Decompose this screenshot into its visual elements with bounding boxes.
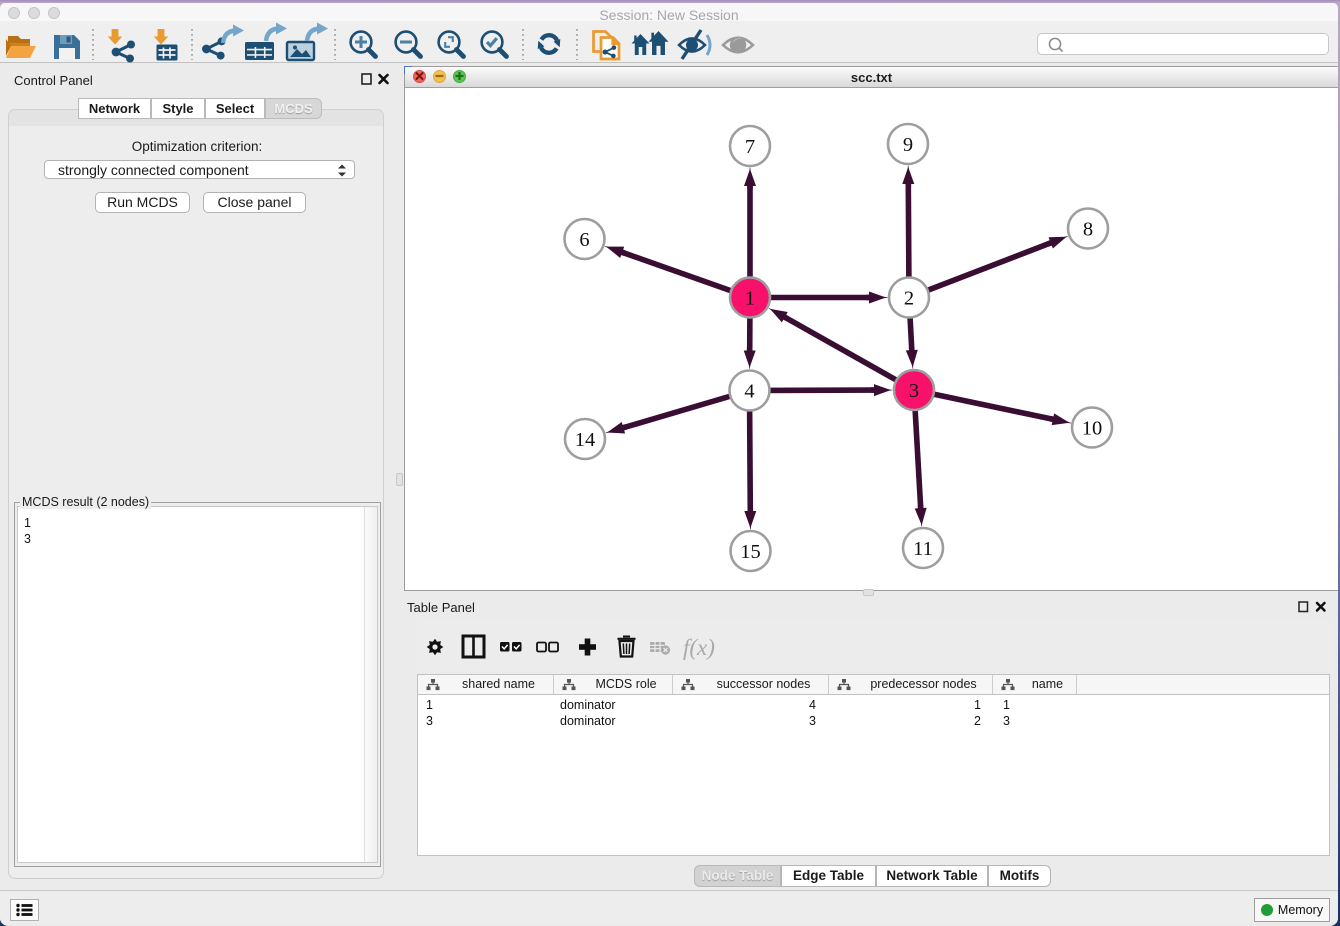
svg-text:7: 7 — [745, 136, 755, 158]
svg-text:6: 6 — [579, 229, 589, 251]
svg-text:10: 10 — [1082, 418, 1103, 440]
svg-text:2: 2 — [904, 288, 914, 310]
svg-text:4: 4 — [744, 381, 754, 403]
svg-text:f(x): f(x) — [683, 635, 715, 660]
svg-text:14: 14 — [575, 429, 596, 451]
svg-text:15: 15 — [740, 541, 761, 563]
svg-text:11: 11 — [913, 538, 933, 560]
svg-text:9: 9 — [903, 134, 913, 156]
svg-text:3: 3 — [909, 380, 919, 402]
svg-text:8: 8 — [1083, 219, 1093, 241]
svg-text:1: 1 — [745, 288, 755, 310]
